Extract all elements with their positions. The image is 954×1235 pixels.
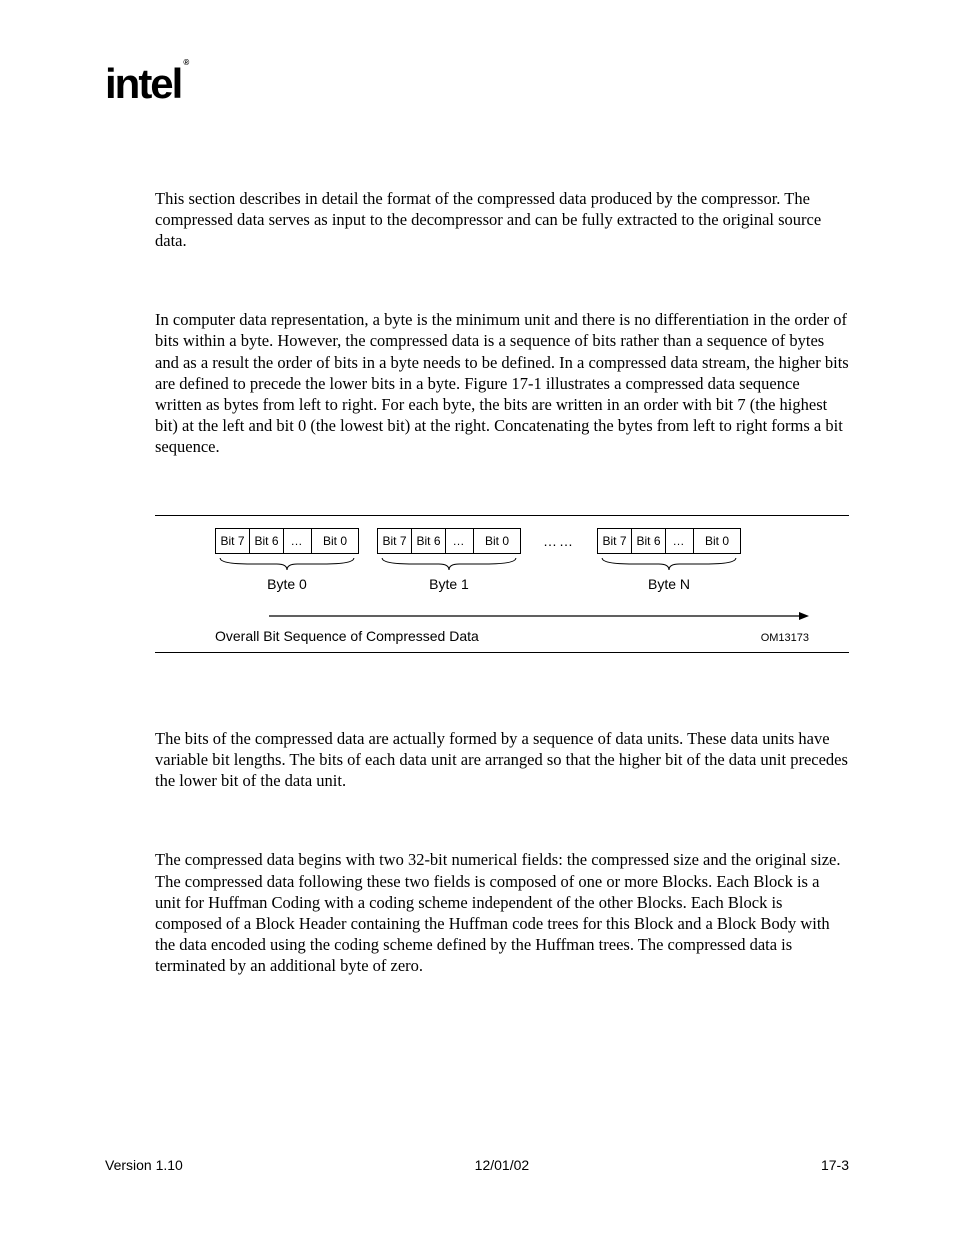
bit-cell-dots: … <box>666 529 694 553</box>
page-footer: Version 1.10 12/01/02 17-3 <box>105 1157 849 1173</box>
bits-row-n: Bit 7 Bit 6 … Bit 0 <box>597 528 741 554</box>
byte-label: Byte 1 <box>429 576 469 592</box>
brace-icon <box>377 556 521 574</box>
figure-body: Bit 7 Bit 6 … Bit 0 Byte 0 Bit 7 Bit 6 … <box>155 515 849 653</box>
byte-group-0: Bit 7 Bit 6 … Bit 0 Byte 0 <box>215 528 359 592</box>
bit-cell: Bit 7 <box>598 529 632 553</box>
paragraph-bitorder: In computer data representation, a byte … <box>155 309 849 457</box>
logo-text: intel <box>105 60 181 107</box>
bit-cell: Bit 0 <box>694 529 740 553</box>
bit-cell: Bit 6 <box>250 529 284 553</box>
bits-row-1: Bit 7 Bit 6 … Bit 0 <box>377 528 521 554</box>
bit-cell: Bit 6 <box>412 529 446 553</box>
paragraph-intro: This section describes in detail the for… <box>155 188 849 251</box>
inter-byte-dots: …… <box>539 533 579 549</box>
brand-logo: intel® <box>105 60 187 108</box>
arrow-row <box>215 610 809 622</box>
brace-icon <box>597 556 741 574</box>
byte-label: Byte N <box>648 576 690 592</box>
footer-version: Version 1.10 <box>105 1157 183 1173</box>
paragraph-blocks: The compressed data begins with two 32-b… <box>155 849 849 976</box>
bit-cell-dots: … <box>446 529 474 553</box>
logo-mark: ® <box>183 58 189 67</box>
figure-17-1: Bit 7 Bit 6 … Bit 0 Byte 0 Bit 7 Bit 6 … <box>155 515 849 653</box>
bit-cell: Bit 7 <box>378 529 412 553</box>
byte-group-n: Bit 7 Bit 6 … Bit 0 Byte N <box>597 528 741 592</box>
figure-caption-row: Overall Bit Sequence of Compressed Data … <box>215 628 809 644</box>
right-arrow-icon <box>269 610 809 622</box>
page-content: intel® This section describes in detail … <box>0 0 954 976</box>
brace-icon <box>215 556 359 574</box>
footer-page: 17-3 <box>821 1157 849 1173</box>
footer-date: 12/01/02 <box>475 1157 530 1173</box>
bits-row-0: Bit 7 Bit 6 … Bit 0 <box>215 528 359 554</box>
bytes-row: Bit 7 Bit 6 … Bit 0 Byte 0 Bit 7 Bit 6 … <box>215 528 809 592</box>
byte-group-1: Bit 7 Bit 6 … Bit 0 Byte 1 <box>377 528 521 592</box>
byte-label: Byte 0 <box>267 576 307 592</box>
bit-cell: Bit 0 <box>474 529 520 553</box>
bit-cell: Bit 0 <box>312 529 358 553</box>
bit-cell: Bit 6 <box>632 529 666 553</box>
bit-cell: Bit 7 <box>216 529 250 553</box>
figure-code: OM13173 <box>761 632 809 644</box>
paragraph-dataunits: The bits of the compressed data are actu… <box>155 728 849 791</box>
bit-cell-dots: … <box>284 529 312 553</box>
figure-caption: Overall Bit Sequence of Compressed Data <box>215 628 479 644</box>
